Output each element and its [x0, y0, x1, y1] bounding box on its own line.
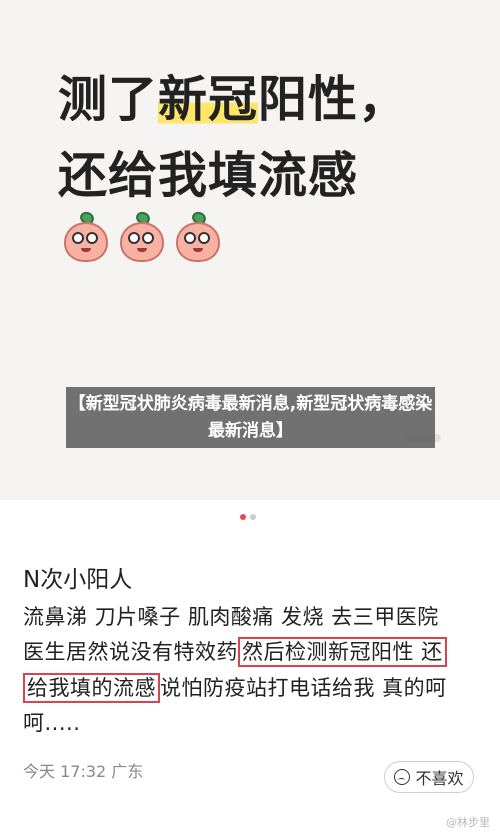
- headline-line-2: 还给我填流感: [58, 147, 359, 204]
- emoji-row: [62, 209, 222, 264]
- post-line: 流鼻涕 刀片嗓子 肌肉酸痛 发烧 去三甲医院: [23, 605, 439, 629]
- post-line: 医生居然说没有特效药 然后检测新冠阳性 还: [23, 636, 447, 667]
- peach-face-icon: [174, 209, 222, 264]
- carousel-dot[interactable]: [250, 514, 256, 520]
- post-title: N次小阳人: [23, 567, 133, 593]
- post-meta: 今天 17:32 广东: [23, 762, 144, 781]
- peach-face-icon: [62, 209, 110, 264]
- article-title-overlay[interactable]: 【新型冠状肺炎病毒最新消息,新型冠状病毒感染最新消息】: [66, 387, 435, 448]
- headline-text: 阳性，: [258, 71, 409, 128]
- peach-face-icon: [118, 209, 166, 264]
- sad-face-icon: [394, 769, 411, 785]
- post-text: 说怕防疫站打电话给我 真的呵: [160, 676, 447, 700]
- watermark: @林步里: [446, 816, 490, 829]
- headline-text: 测了: [58, 71, 159, 128]
- headline-highlight: 新冠: [158, 71, 259, 128]
- post-boxed-text: 然后检测新冠阳性 还: [238, 637, 447, 667]
- dislike-button[interactable]: 不喜欢: [384, 761, 474, 793]
- dislike-label: 不喜欢: [415, 769, 464, 788]
- headline-line-1: 测了新冠阳性，: [58, 60, 498, 131]
- post-line: 呵.....: [23, 711, 81, 735]
- post-text: 医生居然说没有特效药: [23, 640, 238, 664]
- post-boxed-text: 给我填的流感: [23, 673, 160, 703]
- post-line: 给我填的流感 说怕防疫站打电话给我 真的呵: [23, 672, 447, 703]
- carousel-dot-active[interactable]: [240, 514, 246, 520]
- carousel-indicator[interactable]: [240, 514, 256, 520]
